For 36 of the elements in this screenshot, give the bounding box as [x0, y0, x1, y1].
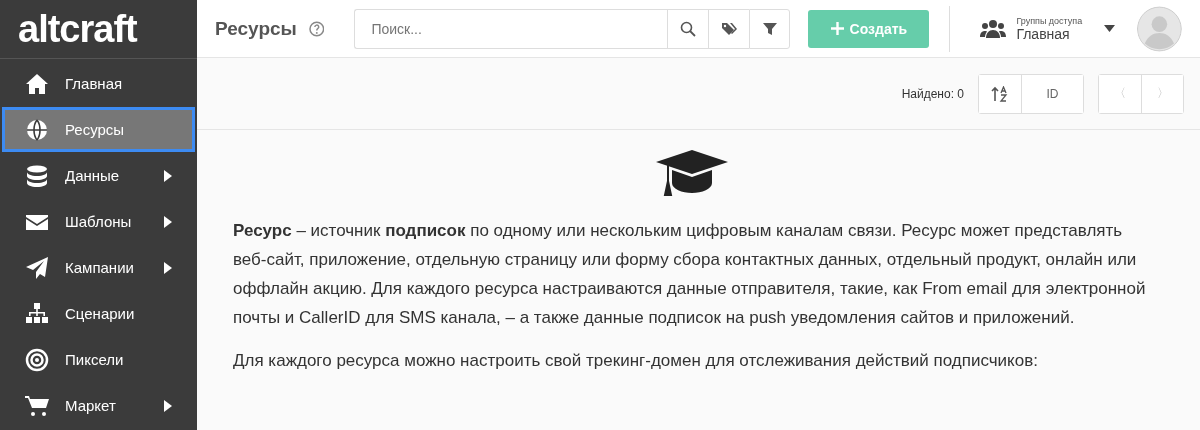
sidebar-item[interactable]: Главная: [2, 61, 195, 106]
group-value: Главная: [1016, 25, 1070, 42]
search-field[interactable]: Поиск...: [354, 8, 668, 49]
sidebar-item[interactable]: Пиксели: [2, 337, 195, 382]
plus-icon: [830, 22, 844, 35]
hierarchy-icon: [25, 301, 49, 326]
group-label: Группы доступа: [1016, 15, 1083, 26]
sidebar-item[interactable]: Маркет: [2, 383, 195, 428]
help-icon[interactable]: [308, 20, 325, 37]
description-paragraph: Для каждого ресурса можно настроить свой трекинг-домен для отслеживания действий подписчиков:: [233, 350, 1039, 372]
search-button[interactable]: [667, 8, 709, 49]
paper-plane-icon: [25, 255, 49, 280]
cart-icon: [25, 393, 49, 418]
people-icon: [980, 18, 1007, 39]
home-icon: [25, 71, 49, 96]
target-icon: [25, 347, 49, 372]
sidebar-item[interactable]: Ресурсы: [2, 107, 195, 152]
logo[interactable]: altcraft: [18, 10, 137, 48]
tag-button[interactable]: [708, 8, 750, 49]
database-icon: [25, 163, 49, 188]
sidebar-item[interactable]: Кампании: [2, 245, 195, 290]
filter-button[interactable]: [749, 8, 791, 49]
globe-icon: [25, 117, 49, 142]
filter-icon: [761, 20, 778, 37]
tags-icon: [721, 20, 738, 37]
sort-icon: [991, 85, 1009, 102]
results-count: Найдено: 0: [901, 86, 964, 101]
access-group-selector[interactable]: Группы доступа Главная: [970, 15, 1126, 42]
caret-icon: [1104, 25, 1116, 32]
sort-field-button[interactable]: ID: [1021, 74, 1083, 113]
search-icon: [680, 20, 697, 37]
sidebar-item[interactable]: Данные: [2, 153, 195, 198]
description-paragraph: Ресурс – источник подписок по одному или нескольким цифровым каналам связи. Ресурс может представлять веб-сайт, приложение, отдельную страницу или форму сбора контактных данных, отдельный продукт, онлайн или оффлайн акцию. Для каждого ресурса настраиваются данные отправителя, такие, как From email для электронной почты и CallerID для SMS канала, – а также данные подписок на push уведомления сайтов и приложений.: [233, 220, 1147, 329]
sidebar-item[interactable]: Сценарии: [2, 291, 195, 336]
page-title: Ресурсы: [215, 17, 297, 40]
sidebar-item[interactable]: Шаблоны: [2, 199, 195, 244]
